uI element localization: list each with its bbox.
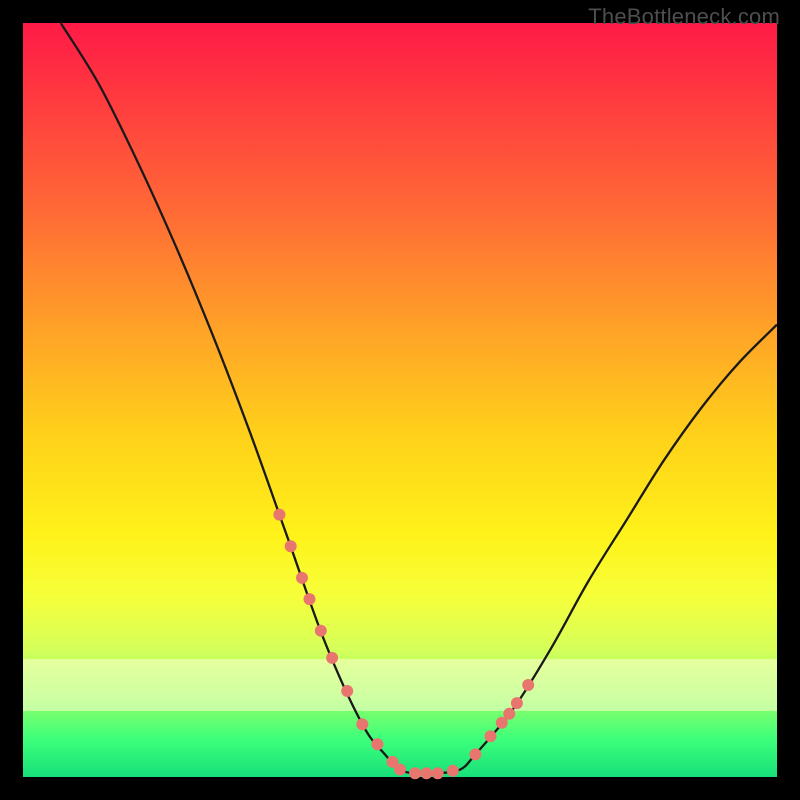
highlight-dot <box>371 738 383 750</box>
highlight-dot <box>420 767 432 779</box>
highlight-dot <box>432 767 444 779</box>
highlight-dots <box>273 509 534 780</box>
bottleneck-curve <box>61 23 777 774</box>
highlight-dot <box>394 764 406 776</box>
highlight-dot <box>326 652 338 664</box>
watermark-text: TheBottleneck.com <box>588 4 780 30</box>
highlight-dot <box>511 697 523 709</box>
highlight-dot <box>356 718 368 730</box>
plot-area <box>23 23 777 777</box>
highlight-dot <box>503 708 515 720</box>
chart-stage: TheBottleneck.com <box>0 0 800 800</box>
highlight-dot <box>522 679 534 691</box>
highlight-dot <box>447 765 459 777</box>
highlight-dot <box>409 767 421 779</box>
highlight-dot <box>273 509 285 521</box>
highlight-dot <box>341 685 353 697</box>
highlight-dot <box>469 748 481 760</box>
highlight-dot <box>304 593 316 605</box>
highlight-dot <box>296 572 308 584</box>
highlight-dot <box>315 625 327 637</box>
curve-path <box>61 23 777 774</box>
highlight-dot <box>285 540 297 552</box>
highlight-dot <box>485 730 497 742</box>
curve-layer <box>23 23 777 777</box>
